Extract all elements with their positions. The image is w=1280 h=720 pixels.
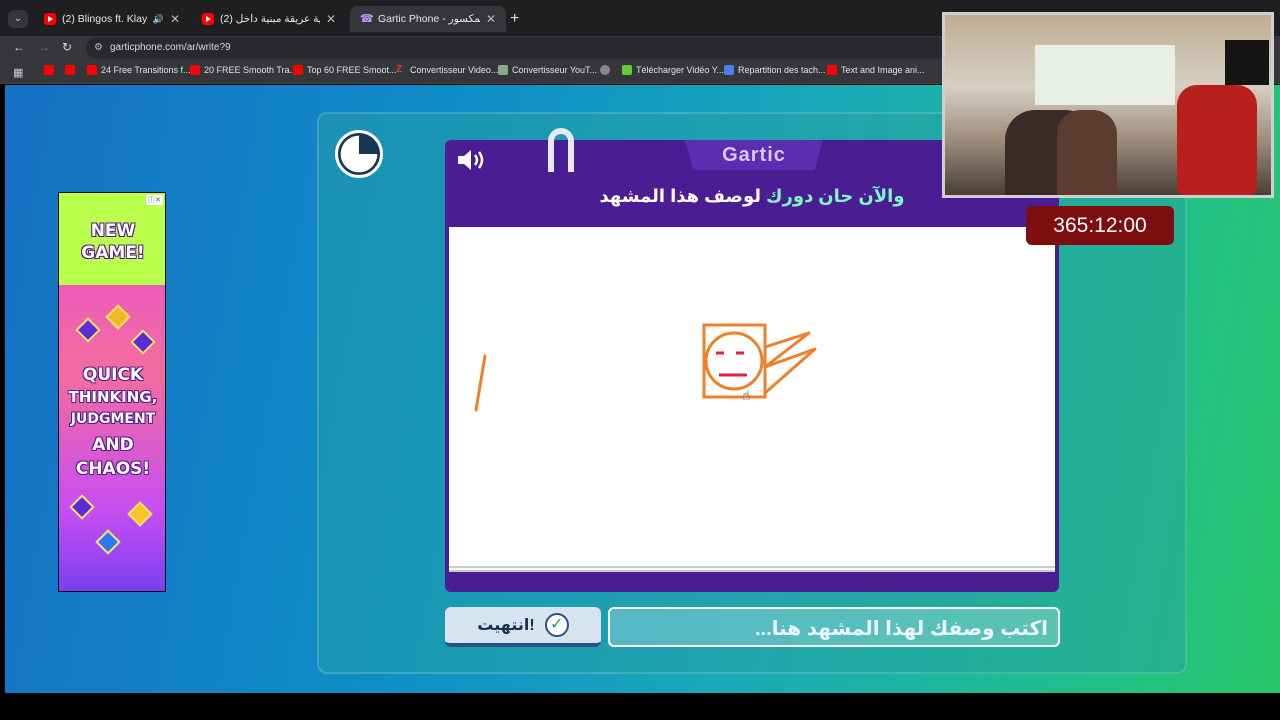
apps-icon[interactable]: ▦ <box>13 66 23 79</box>
bookmark-label: 20 FREE Smooth Tra... <box>204 65 298 75</box>
done-button-label: انتهيت! <box>477 617 535 634</box>
tab-title: Gartic Phone - الهاتف المكسور <box>378 13 480 25</box>
forward-icon[interactable]: → <box>38 40 50 54</box>
ad-line: AND <box>92 435 134 455</box>
gem-icon <box>95 529 121 555</box>
bookmark-label: Convertisseur YouT... <box>512 65 598 75</box>
youtube-icon <box>190 65 200 75</box>
bookmark-1[interactable]: 24 Free Transitions f... <box>87 65 191 75</box>
drawing-stroke-line <box>474 354 487 412</box>
webcam-red-chair <box>1177 85 1257 195</box>
instruction-text: لوصف هذا المشهد <box>599 186 761 206</box>
bookmark-4[interactable]: Z Convertisseur Video... <box>396 64 499 76</box>
gartic-logo: Gartic <box>685 140 823 170</box>
bookmark-2[interactable]: 20 FREE Smooth Tra... <box>190 65 297 75</box>
drawing-face <box>704 331 764 391</box>
youtube-icon <box>202 13 214 25</box>
close-icon[interactable]: ✕ <box>326 12 336 26</box>
youtube-icon <box>293 65 303 75</box>
webcam-person <box>1057 110 1117 195</box>
tab-1[interactable]: (2) Blingos ft. Klay Bbj - Rb... 🔊 ✕ <box>34 6 190 32</box>
z-icon: Z <box>396 64 403 75</box>
back-icon[interactable]: ← <box>13 40 25 54</box>
webcam-window <box>1035 45 1175 105</box>
ad-line: CHAOS! <box>75 459 151 479</box>
reload-icon[interactable]: ↻ <box>62 40 72 54</box>
docs-icon <box>724 65 734 75</box>
drawing-canvas: ☝ <box>449 227 1055 572</box>
bookmark-globe[interactable] <box>600 65 610 75</box>
youtube-icon <box>44 65 54 75</box>
description-input[interactable]: اكتب وصفك لهذا المشهد هنا... <box>608 607 1060 647</box>
audio-icon[interactable]: 🔊 <box>153 14 164 25</box>
gartic-icon: ☎ <box>360 13 374 25</box>
ad-line: NEW <box>90 221 136 241</box>
notebook-ring <box>548 128 574 172</box>
bookmark-youtube[interactable] <box>44 65 54 75</box>
timer-clock-icon <box>335 130 383 178</box>
webcam-tv <box>1225 40 1269 85</box>
youtube-icon <box>87 65 97 75</box>
bookmark-7[interactable]: Repartition des tach... <box>724 65 826 75</box>
new-tab-button[interactable]: + <box>510 10 519 28</box>
tab-title: (2) مدينة عربية عريقة مبنية داخل <box>220 13 320 25</box>
stream-timer: 365:12:00 <box>1026 206 1174 245</box>
bookmark-label: Télécharger Vidéo Y... <box>636 65 725 75</box>
bookmark-label: 24 Free Transitions f... <box>101 65 191 75</box>
drawing-speed-lines <box>763 331 817 395</box>
bookmark-label: Repartition des tach... <box>738 65 826 75</box>
done-button[interactable]: انتهيت! ✓ <box>445 607 601 647</box>
instruction-highlight: والآن حان دورك <box>766 186 905 206</box>
hand-cursor-icon: ☝ <box>742 387 751 403</box>
bookmark-3[interactable]: Top 60 FREE Smoot... <box>293 65 397 75</box>
bookmark-8[interactable]: Text and Image ani... <box>827 65 925 75</box>
close-icon[interactable]: ✕ <box>486 12 496 26</box>
bookmark-youtube[interactable] <box>65 65 75 75</box>
youtube-icon <box>827 65 837 75</box>
tab-title: (2) Blingos ft. Klay Bbj - Rb... <box>62 13 147 25</box>
tab-3-active[interactable]: ☎ Gartic Phone - الهاتف المكسور ✕ <box>350 6 506 32</box>
gem-icon <box>105 304 131 330</box>
webcam-overlay <box>942 12 1274 198</box>
advertisement-banner[interactable]: ⓘ✕ NEW GAME! QUICK THINKING, JUDGMENT AN… <box>58 192 166 592</box>
youtube-icon <box>65 65 75 75</box>
bottom-bar <box>0 693 1280 720</box>
converter-icon <box>498 65 508 75</box>
bookmark-5[interactable]: Convertisseur YouT... <box>498 65 597 75</box>
download-icon <box>622 65 632 75</box>
address-bar[interactable]: ⚙ garticphone.com/ar/write?9 <box>86 37 946 59</box>
ad-line: GAME! <box>81 243 145 263</box>
tab-2[interactable]: (2) مدينة عربية عريقة مبنية داخل ✕ <box>192 6 346 32</box>
globe-icon <box>600 65 610 75</box>
ad-line: QUICK <box>82 365 144 385</box>
checkmark-icon: ✓ <box>544 613 569 637</box>
drawing-square <box>702 323 767 399</box>
gem-icon <box>75 317 101 343</box>
site-info-icon[interactable]: ⚙ <box>94 37 103 59</box>
gem-icon <box>130 329 156 355</box>
ad-line: THINKING, <box>68 388 158 406</box>
close-icon[interactable]: ✕ <box>170 12 180 26</box>
bookmark-label: Text and Image ani... <box>841 65 925 75</box>
bookmark-6[interactable]: Télécharger Vidéo Y... <box>622 65 724 75</box>
tab-search-button[interactable]: ⌄ <box>8 10 28 28</box>
ad-info-icon[interactable]: ⓘ✕ <box>146 195 163 205</box>
ad-line: JUDGMENT <box>70 411 156 427</box>
bookmark-label: Convertisseur Video... <box>410 65 499 75</box>
gem-icon <box>127 501 153 527</box>
game-card: Gartic والآن حان دورك لوصف هذا المشهد ☝ <box>445 128 1059 592</box>
gem-icon <box>69 494 95 520</box>
speaker-icon[interactable] <box>455 146 487 174</box>
youtube-icon <box>44 13 56 25</box>
url-text: garticphone.com/ar/write?9 <box>110 42 231 53</box>
bookmark-label: Top 60 FREE Smoot... <box>307 65 397 75</box>
